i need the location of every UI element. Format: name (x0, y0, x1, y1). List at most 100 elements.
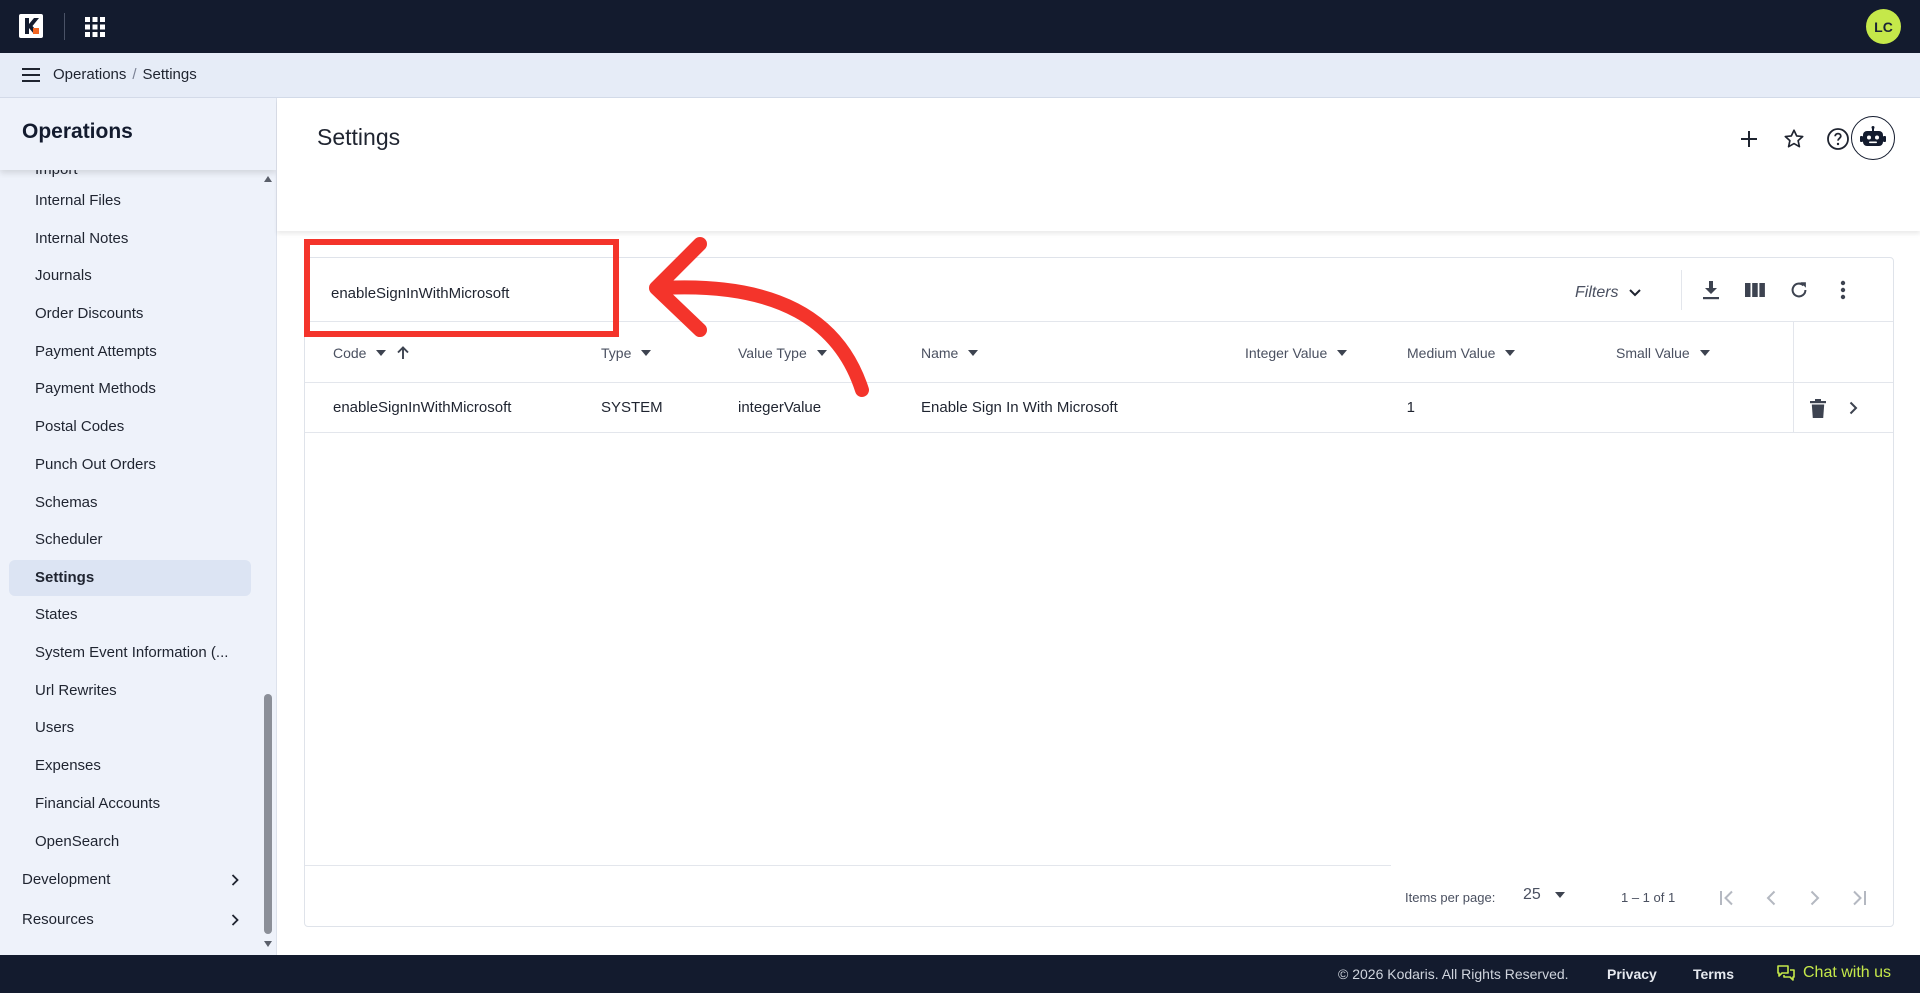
chevron-right-icon (1849, 401, 1857, 415)
column-header-name[interactable]: Name (921, 322, 979, 384)
caret-down-icon (1554, 892, 1565, 898)
first-page-button[interactable] (1711, 883, 1743, 913)
sidebar-item-internal-files[interactable]: Internal Files (9, 183, 251, 219)
page-title: Settings (317, 124, 401, 150)
apps-grid-icon[interactable] (84, 16, 106, 38)
table-row[interactable]: enableSignInWithMicrosoft SYSTEM integer… (305, 383, 1893, 433)
column-header-label: Medium Value (1407, 345, 1496, 361)
page-header: Settings (277, 98, 1920, 231)
column-header-small-value[interactable]: Small Value (1616, 322, 1710, 384)
columns-icon (1745, 283, 1765, 297)
column-header-label: Small Value (1616, 345, 1690, 361)
sidebar-item-system-event-information[interactable]: System Event Information (... (9, 635, 251, 671)
annotation-highlight-box (304, 239, 619, 337)
download-icon (1703, 281, 1719, 300)
ai-assistant-button[interactable] (1851, 116, 1895, 160)
copyright-text: © 2026 Kodaris. All Rights Reserved. (1338, 966, 1569, 982)
download-button[interactable] (1695, 274, 1727, 306)
sidebar-item-payment-methods[interactable]: Payment Methods (9, 371, 251, 407)
sidebar-header: Operations (0, 98, 276, 170)
sidebar-item-financial-accounts[interactable]: Financial Accounts (9, 786, 251, 822)
sidebar-item-journals[interactable]: Journals (9, 258, 251, 294)
sidebar-group-label: Resources (22, 911, 94, 928)
sidebar-item-users[interactable]: Users (9, 710, 251, 746)
top-app-bar: LC (0, 0, 1920, 53)
sidebar-group-development[interactable]: Development (9, 862, 251, 898)
filters-label: Filters (1575, 284, 1619, 301)
sidebar-item-schemas[interactable]: Schemas (9, 485, 251, 521)
page-size-select[interactable]: 25 (1523, 886, 1565, 904)
page-size-value: 25 (1523, 886, 1541, 903)
app-footer: © 2026 Kodaris. All Rights Reserved. Pri… (0, 955, 1920, 993)
settings-table-card: Filters Code Type Value Type Name (304, 257, 1894, 927)
chevron-right-icon (231, 914, 239, 926)
caret-down-icon[interactable] (1337, 350, 1348, 356)
sidebar-item-payment-attempts[interactable]: Payment Attempts (9, 334, 251, 370)
sidebar-item-order-discounts[interactable]: Order Discounts (9, 296, 251, 332)
sidebar-item-opensearch[interactable]: OpenSearch (9, 824, 251, 860)
last-page-icon (1853, 890, 1866, 906)
sidebar-item-punch-out-orders[interactable]: Punch Out Orders (9, 447, 251, 483)
sidebar-scrollbar-thumb[interactable] (264, 694, 272, 934)
last-page-button[interactable] (1843, 883, 1875, 913)
breadcrumb-item-operations[interactable]: Operations (53, 66, 126, 83)
caret-down-icon[interactable] (376, 350, 387, 356)
help-button[interactable] (1821, 122, 1855, 156)
page-range-label: 1 – 1 of 1 (1621, 889, 1676, 905)
column-header-integer-value[interactable]: Integer Value (1245, 322, 1348, 384)
caret-down-icon[interactable] (1505, 350, 1516, 356)
open-row-button[interactable] (1841, 396, 1865, 420)
refresh-button[interactable] (1783, 274, 1815, 306)
annotation-curved-arrow-icon (649, 237, 869, 397)
sidebar-item-internal-notes[interactable]: Internal Notes (9, 221, 251, 257)
plus-icon (1741, 131, 1757, 147)
filters-button[interactable]: Filters (1575, 276, 1641, 310)
scroll-down-icon[interactable] (264, 941, 272, 947)
favorite-button[interactable] (1777, 122, 1811, 156)
chevron-down-icon (1628, 289, 1641, 297)
more-options-button[interactable] (1827, 274, 1859, 306)
next-page-button[interactable] (1799, 883, 1831, 913)
delete-row-button[interactable] (1806, 396, 1830, 420)
caret-down-icon[interactable] (968, 350, 979, 356)
sidebar-group-resources[interactable]: Resources (9, 902, 251, 938)
sidebar-item-states[interactable]: States (9, 597, 251, 633)
sidebar-group-label: Development (22, 871, 111, 888)
column-header-label: Code (333, 345, 367, 361)
sidebar: Operations Import Internal Files Interna… (0, 98, 277, 955)
terms-link[interactable]: Terms (1693, 966, 1734, 982)
breadcrumb-separator: / (132, 66, 137, 83)
toolbar-divider (1681, 270, 1682, 310)
columns-button[interactable] (1739, 274, 1771, 306)
trash-icon (1810, 398, 1826, 418)
privacy-link[interactable]: Privacy (1607, 966, 1657, 982)
sidebar-item-expenses[interactable]: Expenses (9, 748, 251, 784)
breadcrumb-bar: Operations / Settings (0, 53, 1920, 98)
help-icon (1827, 128, 1849, 150)
paginator-divider (305, 865, 1391, 866)
sidebar-item-scheduler[interactable]: Scheduler (9, 522, 251, 558)
chat-bubbles-icon (1777, 964, 1795, 981)
refresh-icon (1791, 282, 1807, 298)
chat-with-us-button[interactable]: Chat with us (1777, 964, 1891, 982)
arrow-up-icon[interactable] (396, 346, 410, 360)
chat-label: Chat with us (1803, 964, 1892, 981)
more-vertical-icon (1840, 280, 1846, 300)
next-page-icon (1810, 890, 1820, 906)
hamburger-menu-icon[interactable] (22, 67, 40, 83)
add-button[interactable] (1732, 122, 1766, 156)
chevron-right-icon (231, 874, 239, 886)
sidebar-item-url-rewrites[interactable]: Url Rewrites (9, 673, 251, 709)
column-header-medium-value[interactable]: Medium Value (1407, 322, 1516, 384)
sidebar-item-postal-codes[interactable]: Postal Codes (9, 409, 251, 445)
first-page-icon (1720, 890, 1733, 906)
kodaris-logo-icon[interactable] (18, 13, 44, 39)
scroll-up-icon[interactable] (264, 176, 272, 182)
caret-down-icon[interactable] (1699, 350, 1710, 356)
sidebar-item-settings[interactable]: Settings (9, 560, 251, 596)
sidebar-title: Operations (22, 120, 133, 143)
user-avatar[interactable]: LC (1866, 9, 1901, 44)
previous-page-button[interactable] (1755, 883, 1787, 913)
cell-name: Enable Sign In With Microsoft (921, 399, 1118, 416)
previous-page-icon (1766, 890, 1776, 906)
